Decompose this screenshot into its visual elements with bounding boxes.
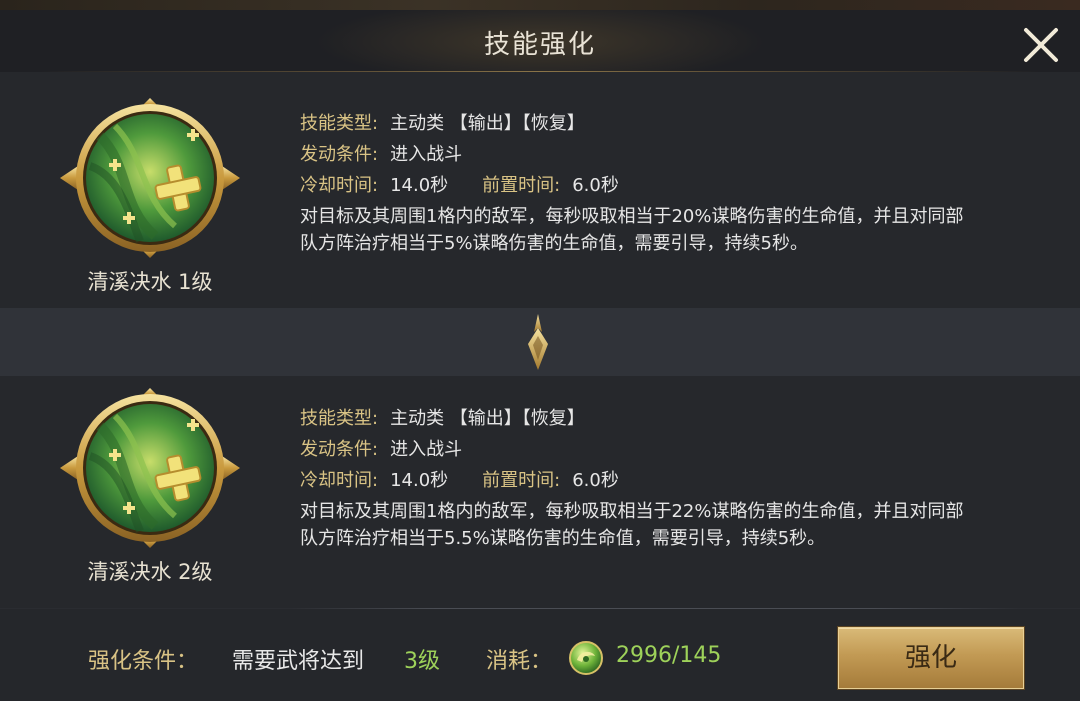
skill-icon-next	[60, 386, 240, 550]
skill-leaf-cross-icon	[60, 98, 240, 258]
condition-level: 3级	[404, 649, 440, 674]
condition-label: 强化条件：	[88, 649, 199, 674]
close-button[interactable]	[1018, 22, 1064, 68]
skill-description-next: 对目标及其周围1格内的敌军，每秒吸取相当于22%谋略伤害的生命值，并且对同部队方…	[300, 501, 964, 549]
skill-icon-current	[60, 96, 240, 260]
skill-info-current: 技能类型: 主动类 【输出】【恢复】 发动条件: 进入战斗 冷却时间: 14.0秒 前置…	[300, 108, 990, 257]
cost-label: 消耗：	[486, 649, 553, 674]
skill-info-next: 技能类型: 主动类 【输出】【恢复】 发动条件: 进入战斗 冷却时间: 14.0秒 前置…	[300, 403, 990, 552]
skill-leaf-cross-icon	[60, 388, 240, 548]
close-icon	[1024, 28, 1058, 62]
arrow-down-icon	[518, 312, 558, 372]
skill-name-current: 清溪决水 1级	[87, 270, 213, 294]
condition-text: 需要武将达到	[232, 649, 365, 674]
skill-description-current: 对目标及其周围1格内的敌军，每秒吸取相当于20%谋略伤害的生命值，并且对同部队方…	[300, 206, 964, 254]
jade-coin-icon	[568, 640, 604, 676]
skill-name-next: 清溪决水 2级	[87, 560, 213, 584]
dialog-title: 技能强化	[483, 30, 596, 60]
background-strip	[0, 0, 1080, 10]
cost-value: 2996/145	[616, 643, 722, 668]
upgrade-button[interactable]: 强化	[838, 627, 1024, 689]
